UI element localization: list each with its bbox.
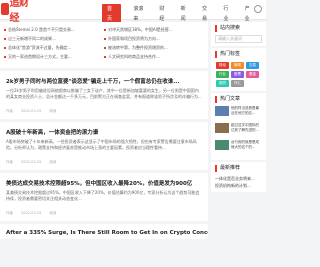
- article-thumbnail: [215, 123, 229, 133]
- article-title[interactable]: 2k岁男子同时与两位富婆"谈恋爱"骗走上千万，一个假富总仍在收谁...: [0, 71, 208, 88]
- article-author: 作者: [6, 160, 13, 164]
- article-card[interactable]: A股破十年新高，一体资金把的滚力谱 A股市场突破了十年来新高，一些投资者表示这显…: [0, 122, 208, 170]
- article-author: 作者: [6, 109, 13, 113]
- article-title[interactable]: 美债达成交易技术控限超95%，但中国区收入最降20%，价值是发为900亿: [0, 173, 208, 190]
- tag[interactable]: 财经: [216, 62, 229, 69]
- hot-article-text: 越过这次中国际的达到了解先进的...: [231, 123, 259, 132]
- article-excerpt: A股市场突破了十年来新高，一些投资者表示这显示了中国市场的强大韧性，但也有专家警…: [6, 139, 197, 150]
- article-views: 阅读: [49, 211, 57, 215]
- article-date: 2022-03-25: [21, 211, 42, 215]
- bullet-icon: [4, 29, 6, 31]
- recommend-item[interactable]: 一体化是否业务将来...: [215, 175, 262, 182]
- search-box-title: 站内搜索: [215, 25, 262, 32]
- tag[interactable]: 新闻: [231, 62, 244, 69]
- tag[interactable]: 外汇: [231, 80, 244, 87]
- article-thumbnail: [215, 140, 229, 150]
- top-news-panel: 总结Stemei 2.0 是首个不只是交易... 对冲天然增区38%，中国AI是…: [0, 22, 208, 68]
- hot-articles-title: 热门文章: [215, 96, 262, 103]
- article-date: 2022-03-25: [21, 160, 42, 164]
- article-card[interactable]: 美债达成交易技术控限超95%，但中国区收入最降20%，价值是发为900亿 某美债…: [0, 173, 208, 221]
- recommend-box: 最新推荐 一体化是否业务将来... 投资机构新的计划...: [211, 162, 266, 192]
- article-excerpt: 一位2k岁男子利用偏进设网络假商以欺骗了三女下谈产，其中一位是新加坡富婆的女生，…: [6, 88, 202, 99]
- hot-article-item[interactable]: 越过这次中国际的达到了解先进的...: [215, 123, 262, 137]
- article-excerpt: 某美债交易技术控限超过95%，中国区收入下降了20%，价值估算约为900亿，专家…: [6, 190, 200, 201]
- article-meta: 作者 2022-03-25 阅读: [0, 157, 208, 170]
- article-title[interactable]: After a 335% Surge, Is There Still Room …: [0, 224, 208, 239]
- logo-mark-icon: [1, 3, 9, 15]
- user-icon[interactable]: [254, 5, 262, 13]
- main-content: 总结Stemei 2.0 是首个不只是交易... 对冲天然增区38%，中国AI是…: [0, 20, 210, 267]
- tags-box-title: 热门标签: [215, 51, 262, 58]
- article-title[interactable]: A股破十年新高，一体资金把的滚力谱: [0, 122, 208, 139]
- top-news-item[interactable]: 外国家和项目投资将为方向...: [104, 36, 204, 42]
- bullet-icon: [4, 56, 6, 58]
- top-news-item[interactable]: 总体化"首游"资流不过量，先确定...: [4, 45, 99, 51]
- tag[interactable]: 交易: [246, 62, 259, 69]
- hot-article-item[interactable]: 他的样当选首是最近在地方的应...: [215, 106, 262, 120]
- hot-article-text: 他的样当选首是最近在地方的应...: [231, 106, 259, 115]
- tag[interactable]: 期货: [216, 80, 229, 87]
- top-news-item[interactable]: 人文研究科的商品支持合作...: [104, 54, 204, 60]
- article-thumbnail: [215, 106, 229, 116]
- article-meta: 作者 2022-03-25 阅读: [0, 106, 208, 119]
- hot-article-text: 台行用的就是是成就大的这个的...: [231, 140, 259, 149]
- article-date: 2022-03-25: [21, 109, 42, 113]
- top-news-item[interactable]: 被流转中第，为整件投资增资的...: [104, 45, 204, 51]
- article-views: 阅读: [49, 160, 57, 164]
- top-news-item[interactable]: 过三元新增不同二的成果...: [4, 36, 99, 42]
- article-views: 阅读: [49, 109, 57, 113]
- search-input[interactable]: 请输入关键词: [215, 35, 262, 43]
- search-box: 站内搜索 请输入关键词: [211, 22, 266, 46]
- sidebar: 站内搜索 请输入关键词 热门标签 财经 新闻 交易 行业 股票 基金 期货 外汇…: [211, 20, 266, 267]
- site-logo[interactable]: 追财经: [1, 0, 31, 24]
- article-card[interactable]: 2k岁男子同时与两位富婆"谈恋爱"骗走上千万，一个假富总仍在收谁... 一位2k…: [0, 71, 208, 119]
- bullet-icon: [104, 47, 106, 49]
- bullet-icon: [4, 47, 6, 49]
- bullet-icon: [104, 38, 106, 40]
- bullet-icon: [104, 29, 106, 31]
- bullet-icon: [4, 38, 6, 40]
- tag[interactable]: 基金: [246, 71, 259, 78]
- top-news-item[interactable]: 总结Stemei 2.0 是首个不只是交易...: [4, 27, 99, 33]
- recommend-title: 最新推荐: [215, 165, 262, 172]
- site-header: 追财经 首页 滚滚来 财经 新闻 交易 行业 产业: [0, 0, 266, 24]
- tag[interactable]: 股票: [231, 71, 244, 78]
- article-author: 作者: [6, 211, 13, 215]
- tags-box: 热门标签 财经 新闻 交易 行业 股票 基金 期货 外汇: [211, 48, 266, 91]
- article-meta: 作者 2022-03-25 阅读: [0, 208, 208, 221]
- top-news-item[interactable]: 又的一家进首期设计三方式，主要...: [4, 54, 99, 60]
- tag[interactable]: 行业: [216, 71, 229, 78]
- hot-articles-box: 热门文章 他的样当选首是最近在地方的应... 越过这次中国际的达到了解先进的..…: [211, 93, 266, 160]
- recommend-item[interactable]: 投资机构新的计划...: [215, 182, 262, 189]
- article-card[interactable]: After a 335% Surge, Is There Still Room …: [0, 224, 208, 239]
- hot-article-item[interactable]: 台行用的就是是成就大的这个的...: [215, 140, 262, 154]
- tag-list: 财经 新闻 交易 行业 股票 基金 期货 外汇: [215, 61, 262, 88]
- bullet-icon: [104, 56, 106, 58]
- top-news-item[interactable]: 对冲天然增区38%，中国AI是经营...: [104, 27, 204, 33]
